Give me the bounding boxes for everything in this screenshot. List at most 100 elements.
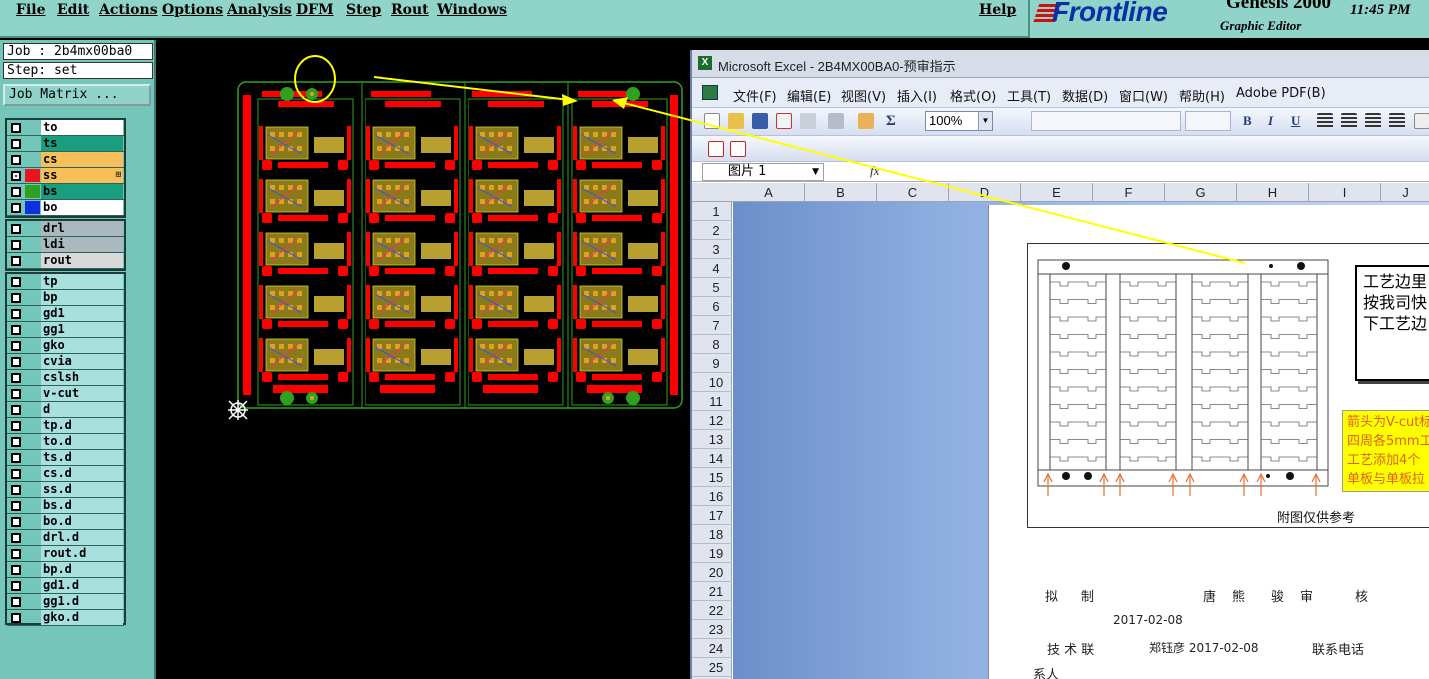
layer-name[interactable]: cslsh [41,370,123,385]
layer-row-bo[interactable]: bo [7,200,124,216]
row-header[interactable]: 16 [692,487,732,506]
row-header[interactable]: 4 [692,259,732,278]
layer-name[interactable]: to.d [41,434,123,449]
chevron-down-icon[interactable]: ▼ [978,112,992,130]
layer-row-d[interactable]: d [7,402,124,418]
layer-checkbox[interactable] [11,453,21,463]
layer-row-ts[interactable]: ts [7,136,124,152]
menu-actions[interactable]: Actions [99,2,158,18]
layer-row-cslsh[interactable]: cslsh [7,370,124,386]
layer-name[interactable]: gd1 [41,306,123,321]
column-header[interactable]: E [1021,183,1093,202]
layer-checkbox[interactable] [11,341,21,351]
row-header[interactable]: 5 [692,278,732,297]
layer-checkbox[interactable] [11,437,21,447]
layer-name[interactable]: tp.d [41,418,123,433]
pcb-panel-canvas[interactable] [225,55,687,425]
row-header[interactable]: 14 [692,449,732,468]
pdf-icon[interactable] [776,113,792,129]
layer-checkbox[interactable] [11,565,21,575]
align-right-icon[interactable] [1365,113,1381,129]
layer-row-to[interactable]: to [7,120,124,136]
column-header[interactable]: H [1237,183,1309,202]
column-header[interactable]: D [949,183,1021,202]
layer-checkbox[interactable] [11,501,21,511]
row-header[interactable]: 6 [692,297,732,316]
layer-name[interactable]: gg1 [41,322,123,337]
excel-menu-help[interactable]: 帮助(H) [1179,86,1225,105]
pdf-convert-icon[interactable] [708,141,724,157]
row-header[interactable]: 1 [692,202,732,221]
layer-row-ss[interactable]: ss ⊞ [7,168,124,184]
row-header[interactable]: 12 [692,411,732,430]
row-header[interactable]: 2 [692,221,732,240]
row-header[interactable]: 9 [692,354,732,373]
row-header[interactable]: 25 [692,658,732,677]
layer-name[interactable]: rout.d [41,546,123,561]
layer-row-ldi[interactable]: ldi [7,237,124,253]
column-header[interactable]: J [1381,183,1429,202]
format-painter-icon[interactable] [858,113,874,129]
workbook-icon[interactable] [702,85,718,100]
layer-name[interactable]: ts.d [41,450,123,465]
layer-checkbox[interactable] [11,549,21,559]
layer-name[interactable]: gg1.d [41,594,123,609]
zoom-select[interactable]: 100% ▼ [925,111,993,131]
layer-name[interactable]: cs.d [41,466,123,481]
layer-name[interactable]: ldi [41,237,123,252]
layer-row-rout.d[interactable]: rout.d [7,546,124,562]
excel-menu-window[interactable]: 窗口(W) [1119,86,1168,105]
justify-icon[interactable] [1389,113,1405,129]
row-header[interactable]: 20 [692,563,732,582]
layer-name[interactable]: cvia [41,354,123,369]
layer-row-tp[interactable]: tp [7,274,124,290]
layer-checkbox[interactable] [11,139,21,149]
layer-name[interactable]: bo [41,200,123,215]
layer-checkbox[interactable] [11,533,21,543]
layer-checkbox[interactable] [11,421,21,431]
font-size-select[interactable] [1185,111,1231,131]
menu-rout[interactable]: Rout [391,2,429,18]
layer-name[interactable]: tp [41,274,123,289]
menu-step[interactable]: Step [346,2,381,18]
layer-name[interactable]: cs [41,152,123,167]
layer-checkbox[interactable] [11,293,21,303]
layer-checkbox[interactable] [11,405,21,415]
layer-name[interactable]: drl [41,221,123,236]
layer-checkbox[interactable] [11,277,21,287]
layer-row-gd1.d[interactable]: gd1.d [7,578,124,594]
excel-menu-edit[interactable]: 编辑(E) [787,86,831,105]
excel-menu-file[interactable]: 文件(F) [733,86,777,105]
layer-row-gg1[interactable]: gg1 [7,322,124,338]
layer-checkbox[interactable] [11,389,21,399]
column-header[interactable]: C [877,183,949,202]
layer-checkbox[interactable] [11,581,21,591]
menu-dfm[interactable]: DFM [296,2,334,18]
excel-menu-tools[interactable]: 工具(T) [1007,86,1051,105]
layer-name[interactable]: bp.d [41,562,123,577]
layer-checkbox[interactable] [11,155,21,165]
layer-checkbox[interactable] [11,325,21,335]
row-header[interactable]: 19 [692,544,732,563]
layer-name[interactable]: bs.d [41,498,123,513]
row-header[interactable]: 23 [692,620,732,639]
layer-checkbox[interactable] [11,171,21,181]
excel-menu-data[interactable]: 数据(D) [1062,86,1108,105]
layer-row-bs[interactable]: bs [7,184,124,200]
layer-checkbox[interactable] [11,597,21,607]
fx-icon[interactable]: fx [870,163,879,179]
layer-name[interactable]: ss.d [41,482,123,497]
layer-row-bp[interactable]: bp [7,290,124,306]
row-header[interactable]: 17 [692,506,732,525]
layer-checkbox[interactable] [11,613,21,623]
layer-row-drl.d[interactable]: drl.d [7,530,124,546]
layer-checkbox[interactable] [11,309,21,319]
layer-name[interactable]: bo.d [41,514,123,529]
layer-checkbox[interactable] [11,485,21,495]
layer-name[interactable]: gd1.d [41,578,123,593]
layer-row-rout[interactable]: rout [7,253,124,269]
excel-menu-adobe-pdf[interactable]: Adobe PDF(B) [1236,86,1326,101]
layer-row-cs.d[interactable]: cs.d [7,466,124,482]
column-header[interactable]: I [1309,183,1381,202]
bold-icon[interactable]: B [1243,113,1252,129]
